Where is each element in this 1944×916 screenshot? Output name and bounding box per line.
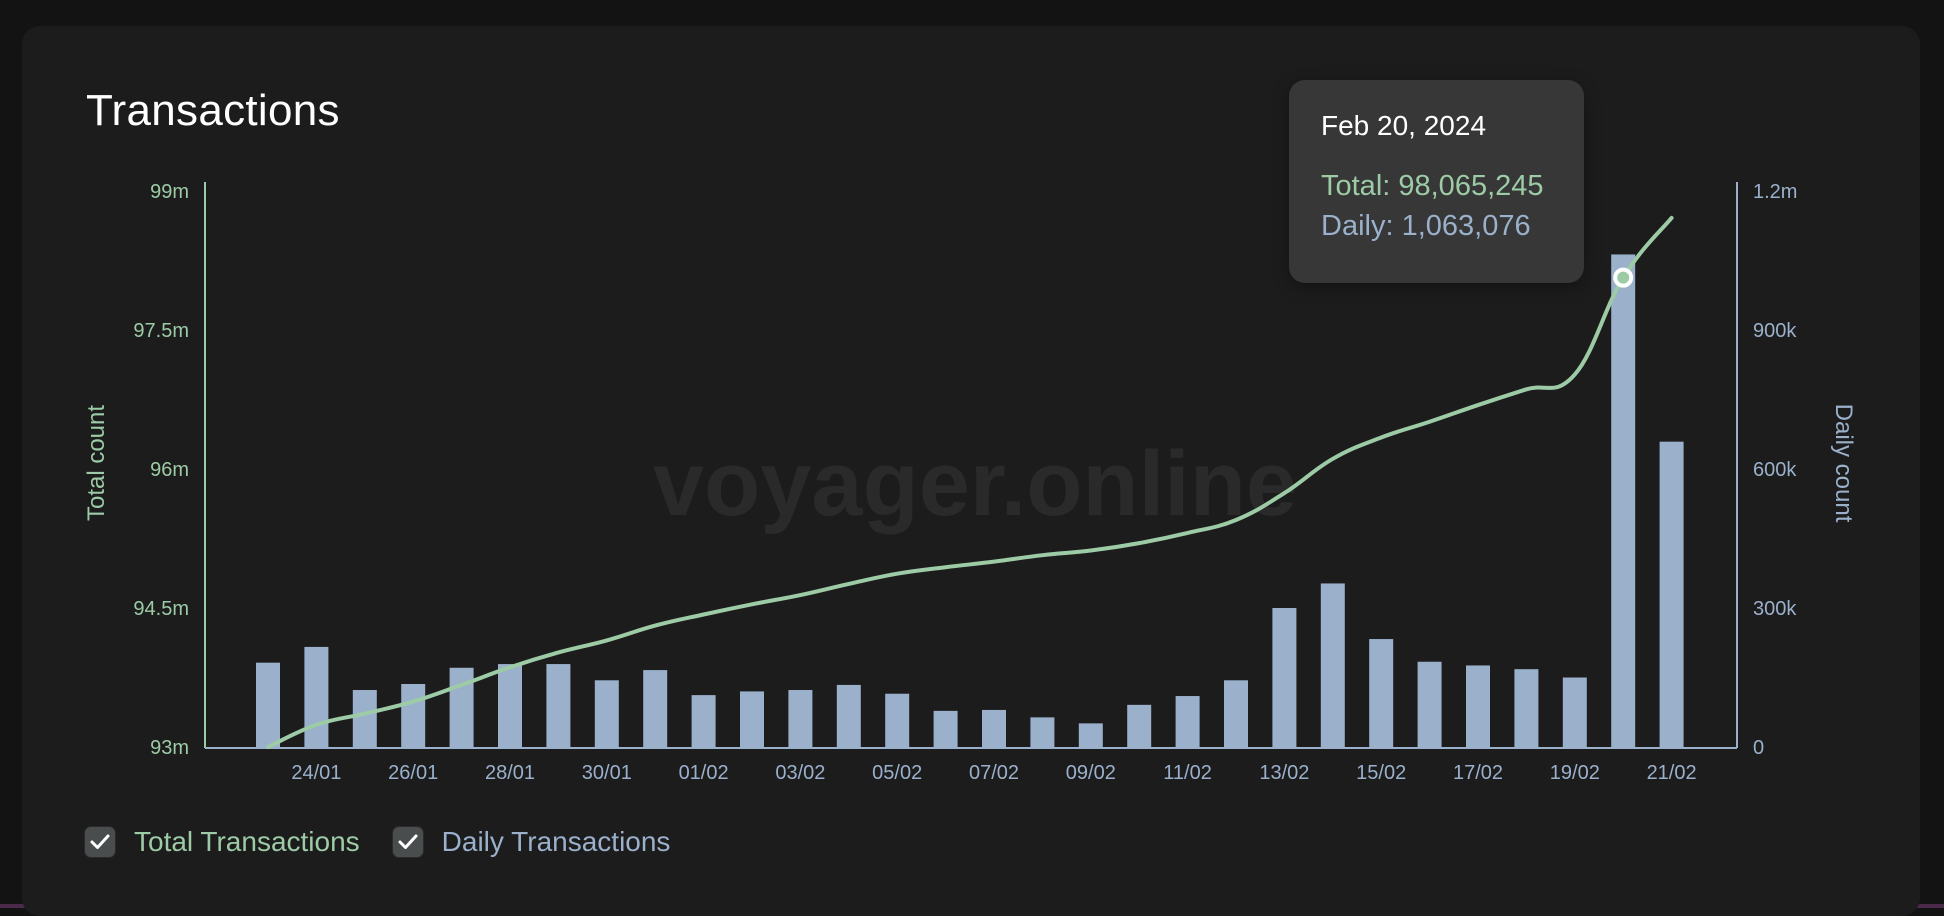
y-right-tick-label: 0	[1753, 737, 1764, 759]
x-tick-label: 21/02	[1647, 762, 1697, 784]
daily-bar[interactable]	[1272, 608, 1297, 747]
x-tick-label: 24/01	[291, 762, 341, 784]
daily-bar[interactable]	[498, 664, 522, 747]
y-right-tick-label: 900k	[1753, 320, 1797, 342]
y-left-tick-label: 99m	[150, 181, 189, 203]
daily-bar[interactable]	[643, 670, 668, 747]
daily-transactions-checkbox[interactable]	[391, 826, 424, 858]
daily-bar[interactable]	[1417, 661, 1442, 747]
x-tick-label: 19/02	[1550, 762, 1600, 784]
tooltip-total: Total: 98,065,245	[1321, 170, 1544, 202]
legend-label-daily: Daily Transactions	[441, 826, 671, 857]
daily-bar[interactable]	[933, 710, 958, 747]
daily-bar[interactable]	[1030, 717, 1055, 747]
daily-bar[interactable]	[546, 664, 571, 747]
x-tick-label: 13/02	[1259, 762, 1309, 784]
x-tick-label: 15/02	[1356, 762, 1406, 784]
x-tick-label: 07/02	[969, 762, 1019, 784]
daily-bar[interactable]	[1466, 665, 1490, 747]
y-axis-title-right: Daily count	[1830, 404, 1857, 523]
x-tick-label: 11/02	[1163, 762, 1212, 784]
y-left-tick-label: 94.5m	[133, 598, 189, 620]
daily-bar[interactable]	[256, 662, 280, 747]
daily-bar[interactable]	[401, 683, 426, 747]
daily-bar[interactable]	[1320, 583, 1345, 747]
tooltip-daily: Daily: 1,063,076	[1321, 210, 1531, 242]
y-left-tick-label: 93m	[150, 737, 189, 759]
y-axis-title-left: Total count	[83, 405, 110, 521]
daily-bar[interactable]	[304, 646, 329, 747]
daily-bar[interactable]	[1078, 723, 1103, 747]
checkmark-icon	[90, 834, 110, 849]
daily-bar[interactable]	[788, 690, 813, 747]
daily-bar[interactable]	[1562, 677, 1587, 748]
legend-label-total: Total Transactions	[134, 826, 360, 857]
transactions-chart: voyager.online 93m 94.5m 96m 97.5m 99m 0 300k 6…	[83, 181, 1857, 784]
daily-bar[interactable]	[982, 709, 1006, 747]
y-right-tick-label: 1.2m	[1753, 181, 1797, 203]
y-right-tick-label: 600k	[1753, 459, 1797, 481]
legend-item-total[interactable]: Total Transactions	[84, 826, 360, 858]
legend-item-daily[interactable]: Daily Transactions	[391, 826, 671, 858]
daily-bar[interactable]	[1224, 680, 1248, 747]
tooltip: Feb 20, 2024 Total: 98,065,245 Daily: 1,…	[1289, 80, 1584, 283]
daily-bar[interactable]	[740, 691, 764, 747]
daily-bar[interactable]	[449, 667, 474, 747]
x-tick-label: 30/01	[582, 762, 632, 784]
legend: Total Transactions Daily Transactions	[84, 826, 702, 858]
checkmark-icon	[398, 834, 418, 849]
daily-bar[interactable]	[352, 690, 377, 747]
watermark: voyager.online	[653, 433, 1297, 535]
x-tick-label: 28/01	[485, 762, 535, 784]
daily-bar[interactable]	[885, 693, 910, 747]
x-tick-label: 09/02	[1066, 762, 1116, 784]
x-tick-label: 26/01	[388, 762, 438, 784]
y-left-tick-label: 96m	[150, 459, 189, 481]
tooltip-date: Feb 20, 2024	[1321, 110, 1487, 141]
x-tick-label: 17/02	[1453, 762, 1503, 784]
active-point-marker	[1613, 267, 1634, 288]
y-left-tick-label: 97.5m	[133, 320, 189, 342]
daily-bar[interactable]	[691, 695, 716, 747]
daily-bar[interactable]	[1127, 704, 1152, 747]
daily-bar[interactable]	[1611, 254, 1636, 747]
daily-bar[interactable]	[836, 684, 861, 747]
y-right-tick-label: 300k	[1753, 598, 1797, 620]
daily-bar[interactable]	[1514, 669, 1539, 747]
daily-bar[interactable]	[594, 680, 619, 747]
x-tick-label: 05/02	[872, 762, 922, 784]
daily-bar[interactable]	[1175, 696, 1200, 747]
daily-bar[interactable]	[1369, 639, 1394, 747]
daily-bar[interactable]	[1659, 441, 1684, 747]
total-transactions-checkbox[interactable]	[84, 826, 116, 858]
x-tick-label: 03/02	[775, 762, 825, 784]
x-tick-label: 01/02	[679, 762, 729, 784]
